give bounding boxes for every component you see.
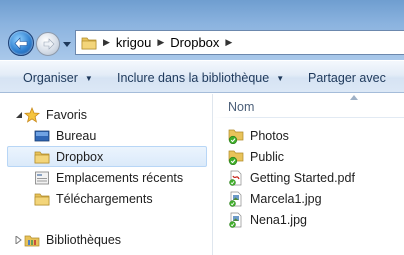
file-name: Public xyxy=(250,150,285,164)
libraries-label: Bibliothèques xyxy=(46,233,122,247)
breadcrumb-krigou[interactable]: krigou xyxy=(116,35,151,50)
sidebar-item-label: Bureau xyxy=(56,129,97,143)
include-in-library-button[interactable]: Inclure dans la bibliothèque ▼ xyxy=(117,71,284,85)
file-row-getting-started[interactable]: Getting Started.pdf xyxy=(228,168,355,188)
favorites-label: Favoris xyxy=(46,108,87,122)
navigation-pane: Favoris Bureau Dropbox Emplacements réce… xyxy=(0,94,213,255)
window-titlebar: ▶ krigou ▶ Dropbox ▶ xyxy=(0,0,404,60)
organize-button[interactable]: Organiser ▼ xyxy=(23,71,93,85)
desktop-icon xyxy=(34,130,50,142)
pdf-file-icon xyxy=(229,170,242,186)
file-name: Getting Started.pdf xyxy=(250,171,355,185)
command-bar: Organiser ▼ Inclure dans la bibliothèque… xyxy=(0,60,404,93)
recent-places-icon xyxy=(35,171,49,185)
image-file-icon xyxy=(229,212,242,228)
chevron-right-icon[interactable]: ▶ xyxy=(103,38,110,48)
file-list-pane: Nom Photos Public Getting Started.pdf Ma… xyxy=(214,94,404,255)
column-header-name[interactable]: Nom xyxy=(228,100,254,114)
dropbox-folder-icon xyxy=(34,151,50,164)
organize-label: Organiser xyxy=(23,71,78,85)
collapse-triangle-icon[interactable] xyxy=(15,111,23,119)
synced-folder-icon xyxy=(228,129,244,144)
file-name: Nena1.jpg xyxy=(250,213,307,227)
sidebar-item-dropbox[interactable]: Dropbox xyxy=(34,147,103,167)
expand-triangle-icon[interactable] xyxy=(15,236,23,244)
sort-ascending-icon xyxy=(350,95,358,100)
address-bar[interactable]: ▶ krigou ▶ Dropbox ▶ xyxy=(75,30,404,55)
sidebar-item-favorites[interactable]: Favoris xyxy=(24,105,87,125)
column-header-divider xyxy=(214,117,404,118)
file-row-nena[interactable]: Nena1.jpg xyxy=(228,210,307,230)
chevron-down-icon: ▼ xyxy=(276,73,285,83)
back-arrow-icon xyxy=(14,37,28,50)
chevron-right-icon[interactable]: ▶ xyxy=(225,38,232,48)
sidebar-item-label: Téléchargements xyxy=(56,192,153,206)
forward-button[interactable] xyxy=(36,32,60,56)
folder-icon xyxy=(81,37,97,49)
sidebar-item-label: Dropbox xyxy=(56,150,104,164)
include-label: Inclure dans la bibliothèque xyxy=(117,71,270,85)
sidebar-item-label: Emplacements récents xyxy=(56,171,184,185)
libraries-icon xyxy=(24,235,40,247)
recent-pages-dropdown-icon[interactable] xyxy=(63,40,71,48)
file-name: Marcela1.jpg xyxy=(250,192,322,206)
file-row-photos[interactable]: Photos xyxy=(228,126,289,146)
sidebar-item-recent-places[interactable]: Emplacements récents xyxy=(34,168,183,188)
forward-arrow-icon xyxy=(43,38,55,50)
synced-folder-icon xyxy=(228,150,244,165)
share-with-button[interactable]: Partager avec xyxy=(308,71,386,85)
sidebar-item-bureau[interactable]: Bureau xyxy=(34,126,96,146)
sidebar-item-libraries[interactable]: Bibliothèques xyxy=(24,230,121,250)
star-icon xyxy=(24,107,40,123)
sidebar-item-downloads[interactable]: Téléchargements xyxy=(34,189,153,209)
breadcrumb-dropbox[interactable]: Dropbox xyxy=(170,35,219,50)
file-name: Photos xyxy=(250,129,289,143)
image-file-icon xyxy=(229,191,242,207)
chevron-down-icon: ▼ xyxy=(84,73,93,83)
downloads-folder-icon xyxy=(34,193,50,206)
file-row-marcela[interactable]: Marcela1.jpg xyxy=(228,189,322,209)
back-button[interactable] xyxy=(8,30,34,56)
chevron-right-icon[interactable]: ▶ xyxy=(157,38,164,48)
file-row-public[interactable]: Public xyxy=(228,147,284,167)
share-label: Partager avec xyxy=(308,71,386,85)
